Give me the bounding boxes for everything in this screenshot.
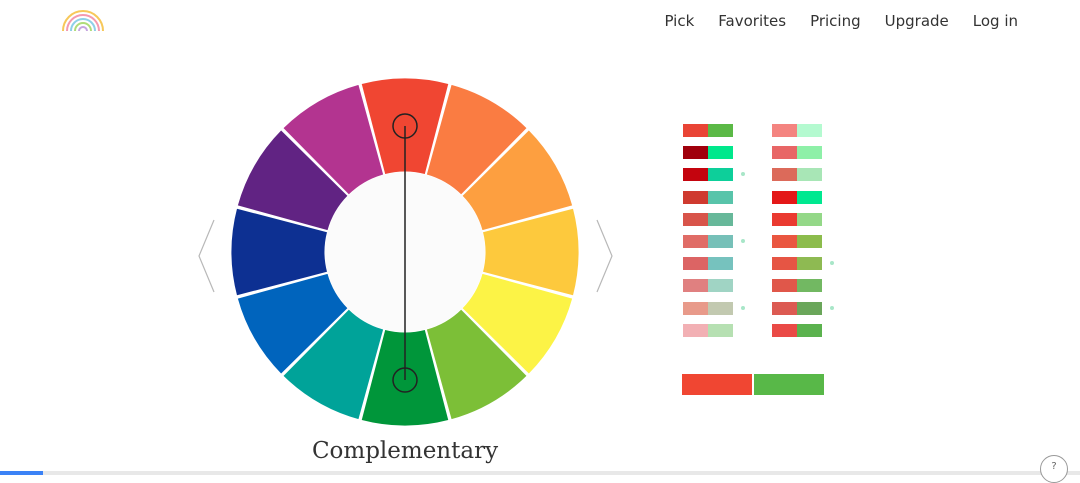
palette-swatch-primary <box>683 212 708 226</box>
palette-pair[interactable] <box>683 124 745 137</box>
chevron-right-icon <box>596 219 613 293</box>
palette-pair[interactable] <box>683 146 745 160</box>
palette-swatch-complement <box>708 124 733 137</box>
palette-pair[interactable] <box>772 257 834 271</box>
palette-swatch-complement <box>797 279 822 293</box>
palette-pair[interactable] <box>772 146 834 160</box>
palette-pair[interactable] <box>683 257 745 271</box>
palette-swatch-primary <box>683 190 708 204</box>
palette-pair[interactable] <box>683 301 745 315</box>
palette-swatch-complement <box>708 301 733 315</box>
palette-pair[interactable] <box>683 323 745 337</box>
palette-pair[interactable] <box>772 234 834 248</box>
palette-swatch-complement <box>708 234 733 248</box>
nav-favorites[interactable]: Favorites <box>718 12 786 30</box>
selected-color-complement[interactable] <box>754 374 824 395</box>
palette-swatch-primary <box>772 124 797 137</box>
palette-swatch-primary <box>772 279 797 293</box>
palette-pair[interactable] <box>683 190 745 204</box>
palette-swatch-complement <box>708 190 733 204</box>
palette-swatch-primary <box>683 323 708 337</box>
loading-progress <box>0 471 1080 475</box>
palette-column-1 <box>683 124 745 346</box>
palette-swatch-primary <box>772 234 797 248</box>
palette-swatch-primary <box>772 168 797 182</box>
palette-swatch-complement <box>797 212 822 226</box>
previous-scheme-button[interactable] <box>196 218 218 294</box>
palette-swatch-complement <box>797 301 822 315</box>
selected-color-primary[interactable] <box>682 374 752 395</box>
nav-pick[interactable]: Pick <box>664 12 694 30</box>
palette-pair[interactable] <box>683 168 745 182</box>
logo[interactable] <box>60 6 106 32</box>
palette-swatch-complement <box>708 212 733 226</box>
palette-pair[interactable] <box>772 124 834 137</box>
palette-swatch-primary <box>772 323 797 337</box>
palette-swatch-complement <box>708 168 733 182</box>
palette-swatch-complement <box>797 124 822 137</box>
help-icon: ? <box>1051 461 1057 472</box>
palette-pair[interactable] <box>772 168 834 182</box>
palette-column-2 <box>772 124 834 346</box>
nav-login[interactable]: Log in <box>973 12 1018 30</box>
palette-swatch-complement <box>797 234 822 248</box>
selected-pair <box>682 374 824 395</box>
scheme-name: Complementary <box>311 438 499 464</box>
palette-pair[interactable] <box>772 212 834 226</box>
palette-swatch-primary <box>772 146 797 160</box>
palette-swatch-primary <box>683 168 708 182</box>
favorite-dot-icon <box>830 305 834 310</box>
palette-swatch-complement <box>708 257 733 271</box>
favorite-dot-icon <box>741 172 745 177</box>
palette-pair[interactable] <box>772 279 834 293</box>
favorite-dot-icon <box>741 305 745 310</box>
palette-pair[interactable] <box>772 190 834 204</box>
palette-swatch-complement <box>708 323 733 337</box>
nav-upgrade[interactable]: Upgrade <box>885 12 949 30</box>
palette-swatch-primary <box>683 257 708 271</box>
favorite-dot-icon <box>830 261 834 266</box>
nav-pricing[interactable]: Pricing <box>810 12 861 30</box>
next-scheme-button[interactable] <box>593 218 615 294</box>
palette-swatch-complement <box>797 323 822 337</box>
palette-swatch-complement <box>797 168 822 182</box>
help-button[interactable]: ? <box>1040 455 1068 483</box>
favorite-dot-icon <box>741 238 745 243</box>
palette-swatch-primary <box>683 301 708 315</box>
palette-pair[interactable] <box>772 323 834 337</box>
color-wheel[interactable] <box>231 78 579 426</box>
rainbow-icon <box>62 10 104 32</box>
palette-swatch-complement <box>797 190 822 204</box>
palette-swatch-primary <box>683 124 708 137</box>
palette-pair[interactable] <box>772 301 834 315</box>
palette-swatch-primary <box>683 279 708 293</box>
palette-swatch-primary <box>772 257 797 271</box>
palette-swatch-primary <box>772 212 797 226</box>
palette-swatch-complement <box>797 146 822 160</box>
palette-swatch-primary <box>683 234 708 248</box>
progress-fill <box>0 471 44 475</box>
palette-swatch-complement <box>797 257 822 271</box>
palette-pair[interactable] <box>683 279 745 293</box>
palette-swatch-primary <box>683 146 708 160</box>
palette-swatch-complement <box>708 279 733 293</box>
palette-swatch-primary <box>772 190 797 204</box>
palette-pair[interactable] <box>683 212 745 226</box>
top-nav: Pick Favorites Pricing Upgrade Log in <box>640 12 1018 30</box>
palette-pair[interactable] <box>683 234 745 248</box>
palette-swatch-primary <box>772 301 797 315</box>
chevron-left-icon <box>198 219 215 293</box>
palette-swatch-complement <box>708 146 733 160</box>
